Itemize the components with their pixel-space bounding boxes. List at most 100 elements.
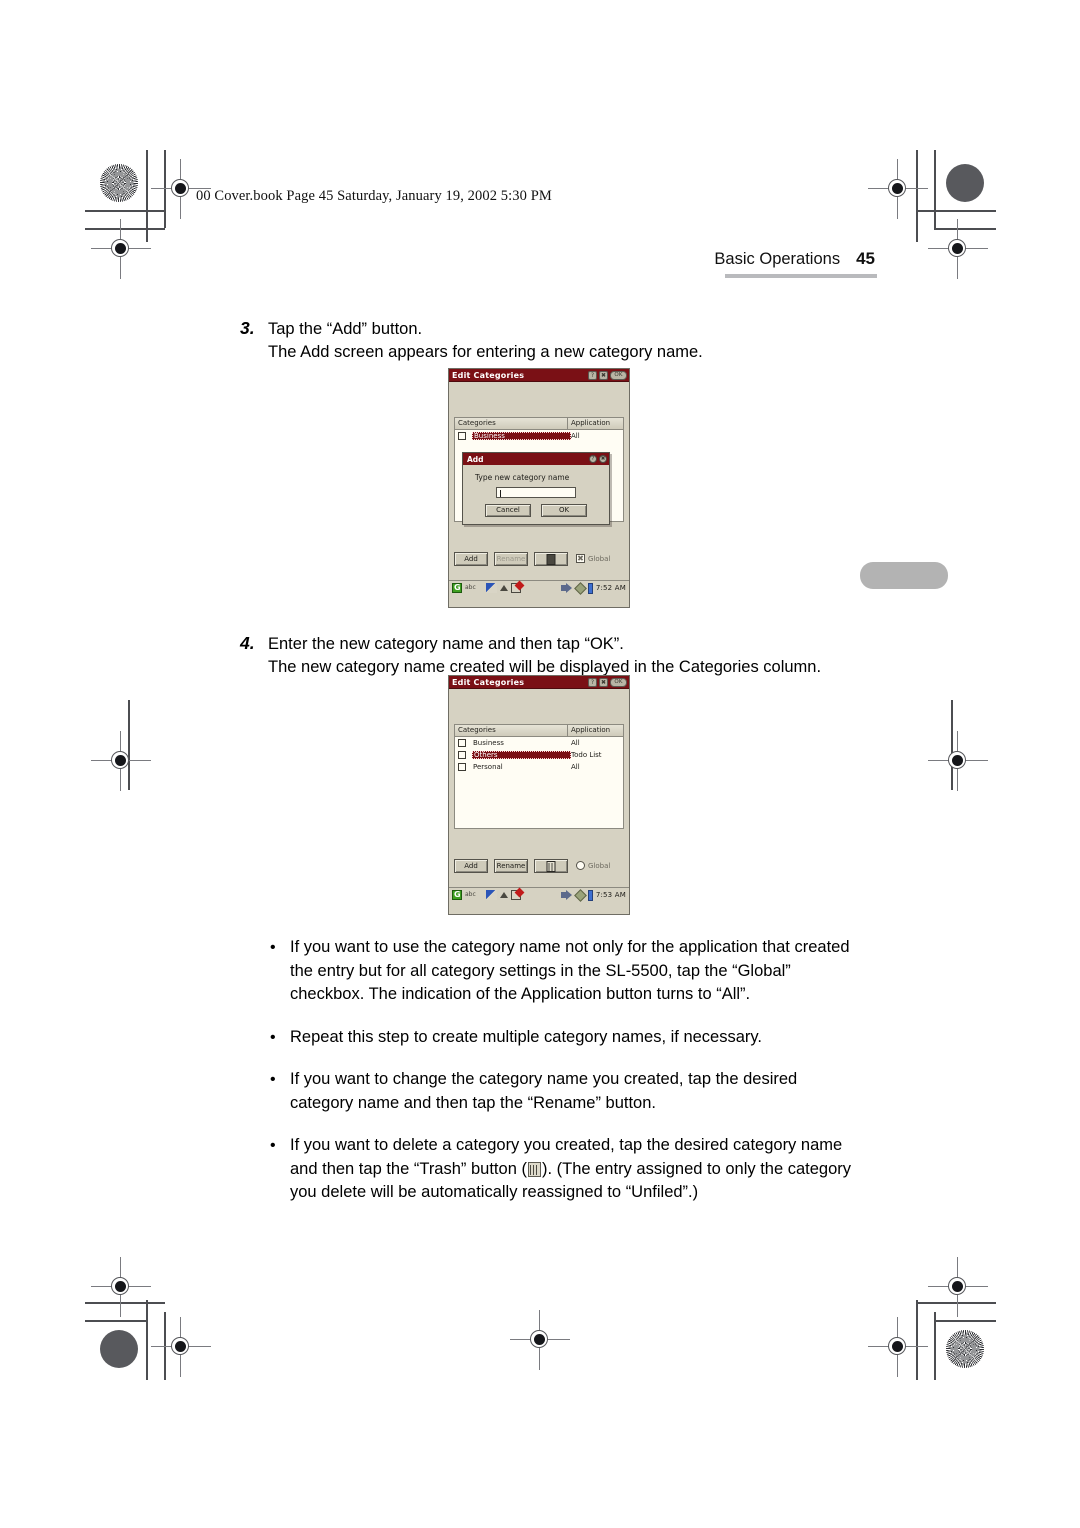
speaker-icon[interactable] — [560, 583, 573, 593]
dialog-close-button[interactable]: ✖ — [599, 455, 607, 463]
row-category-name[interactable]: Business — [472, 739, 571, 747]
chapter-side-tab — [860, 562, 948, 589]
crop-line — [934, 1312, 936, 1380]
dialog-prompt: Type new category name — [475, 473, 570, 482]
row-category-name[interactable]: Others — [472, 751, 571, 759]
help-button[interactable]: ? — [588, 370, 597, 380]
global-checkbox-group[interactable]: Global — [576, 861, 610, 870]
row-checkbox[interactable] — [458, 739, 466, 747]
row-checkbox[interactable] — [458, 763, 466, 771]
battery-icon[interactable] — [587, 889, 593, 901]
list-item: • If you want to delete a category you c… — [270, 1134, 870, 1205]
close-button[interactable]: ✖ — [599, 677, 608, 687]
row-application[interactable]: All — [571, 739, 623, 747]
column-header-categories[interactable]: Categories — [455, 418, 568, 429]
page-number: 45 — [856, 249, 875, 268]
category-name-input[interactable] — [496, 487, 576, 498]
row-application[interactable]: Todo List — [571, 751, 623, 759]
note-icon[interactable] — [511, 890, 521, 900]
close-button[interactable]: ✖ — [599, 370, 608, 380]
notes-list: • If you want to use the category name n… — [270, 936, 870, 1224]
home-icon[interactable] — [452, 583, 462, 593]
cancel-button[interactable]: Cancel — [485, 504, 531, 517]
category-toolbar: Add Rename ✖ Global — [454, 550, 624, 567]
dialog-help-button[interactable]: ? — [589, 455, 597, 463]
pda-body: Categories Application Business All Add … — [449, 382, 629, 595]
step-3-line-1: Tap the “Add” button. — [268, 320, 423, 338]
battery-icon[interactable] — [587, 582, 593, 594]
table-row[interactable]: Others Todo List — [455, 749, 623, 761]
bullet-text: If you want to use the category name not… — [290, 936, 850, 1007]
row-category-name[interactable]: Business — [472, 432, 571, 440]
row-checkbox[interactable] — [458, 751, 466, 759]
diamond-icon[interactable] — [573, 581, 587, 595]
home-icon[interactable] — [452, 890, 462, 900]
ok-titlebar-button[interactable]: OK — [610, 677, 627, 687]
crop-line — [85, 1320, 147, 1322]
step-3-text: Tap the “Add” button. The Add screen app… — [268, 318, 703, 364]
running-head-rule — [725, 274, 877, 278]
speaker-icon[interactable] — [560, 890, 573, 900]
bullet-marker: • — [270, 939, 276, 956]
status-left-icons: abc — [452, 583, 521, 593]
status-left-icons: abc — [452, 890, 521, 900]
bullet-line: If you want to change the category name … — [290, 1070, 798, 1088]
column-header-application[interactable]: Application — [568, 418, 623, 429]
list-item: • If you want to use the category name n… — [270, 936, 870, 1007]
pen-icon[interactable] — [486, 583, 497, 593]
bullet-marker: • — [270, 1028, 276, 1046]
ok-titlebar-button[interactable]: OK — [610, 370, 627, 380]
column-header-categories[interactable]: Categories — [455, 725, 568, 736]
pen-icon[interactable] — [486, 890, 497, 900]
table-row[interactable]: Business All — [455, 737, 623, 749]
bullet-line-pre: and then tap the “Trash” button ( — [290, 1159, 527, 1178]
rename-button[interactable]: Rename — [494, 858, 528, 873]
up-arrow-icon[interactable] — [500, 892, 508, 898]
crop-line — [934, 150, 936, 228]
help-button[interactable]: ? — [588, 677, 597, 687]
category-list-header: Categories Application — [455, 418, 623, 430]
density-patch — [946, 164, 984, 202]
row-category-name[interactable]: Personal — [472, 763, 571, 771]
registration-mark — [91, 731, 151, 791]
ok-button[interactable]: OK — [541, 504, 587, 517]
diamond-icon[interactable] — [573, 888, 587, 902]
clock-time[interactable]: 7:53 AM — [596, 891, 626, 899]
row-checkbox[interactable] — [458, 432, 466, 440]
dialog-title-buttons: ? ✖ — [589, 455, 607, 463]
bullet-marker: • — [270, 1137, 276, 1154]
bullet-line-post: ). (The entry assigned to only the categ… — [541, 1159, 852, 1178]
row-application[interactable]: All — [571, 763, 623, 771]
bullet-text: Repeat this step to create multiple cate… — [290, 1026, 762, 1050]
global-checkbox-group[interactable]: ✖ Global — [576, 554, 610, 563]
bullet-text: If you want to change the category name … — [290, 1068, 797, 1115]
global-label: Global — [588, 554, 611, 563]
table-row[interactable]: Business All — [455, 430, 623, 442]
abc-input-icon[interactable]: abc — [465, 583, 483, 593]
rename-button[interactable]: Rename — [494, 551, 528, 566]
registration-mark — [151, 1317, 211, 1377]
crop-line — [85, 228, 165, 230]
bullet-line: category name and then tap the “Rename” … — [290, 1093, 656, 1112]
abc-input-icon[interactable]: abc — [465, 890, 483, 900]
note-icon[interactable] — [511, 583, 521, 593]
category-toolbar: Add Rename Global — [454, 857, 624, 874]
bullet-line-with-icon: and then tap the “Trash” button ( ). (The… — [290, 1158, 851, 1182]
add-button[interactable]: Add — [454, 858, 488, 873]
table-row[interactable]: Personal All — [455, 761, 623, 773]
global-checkbox[interactable]: ✖ — [576, 554, 585, 563]
row-application[interactable]: All — [571, 432, 623, 440]
category-list-header: Categories Application — [455, 725, 623, 737]
bullet-marker: • — [270, 1071, 276, 1088]
add-button[interactable]: Add — [454, 551, 488, 566]
trash-button[interactable] — [534, 858, 568, 873]
trash-button[interactable] — [534, 551, 568, 566]
up-arrow-icon[interactable] — [500, 585, 508, 591]
clock-time[interactable]: 7:52 AM — [596, 584, 626, 592]
step-3: 3. Tap the “Add” button. The Add screen … — [240, 318, 860, 364]
dialog-titlebar: Add ? ✖ — [463, 453, 609, 465]
registration-mark — [928, 731, 988, 791]
step-4: 4. Enter the new category name and then … — [240, 633, 900, 679]
global-checkbox[interactable] — [576, 861, 585, 870]
column-header-application[interactable]: Application — [568, 725, 623, 736]
